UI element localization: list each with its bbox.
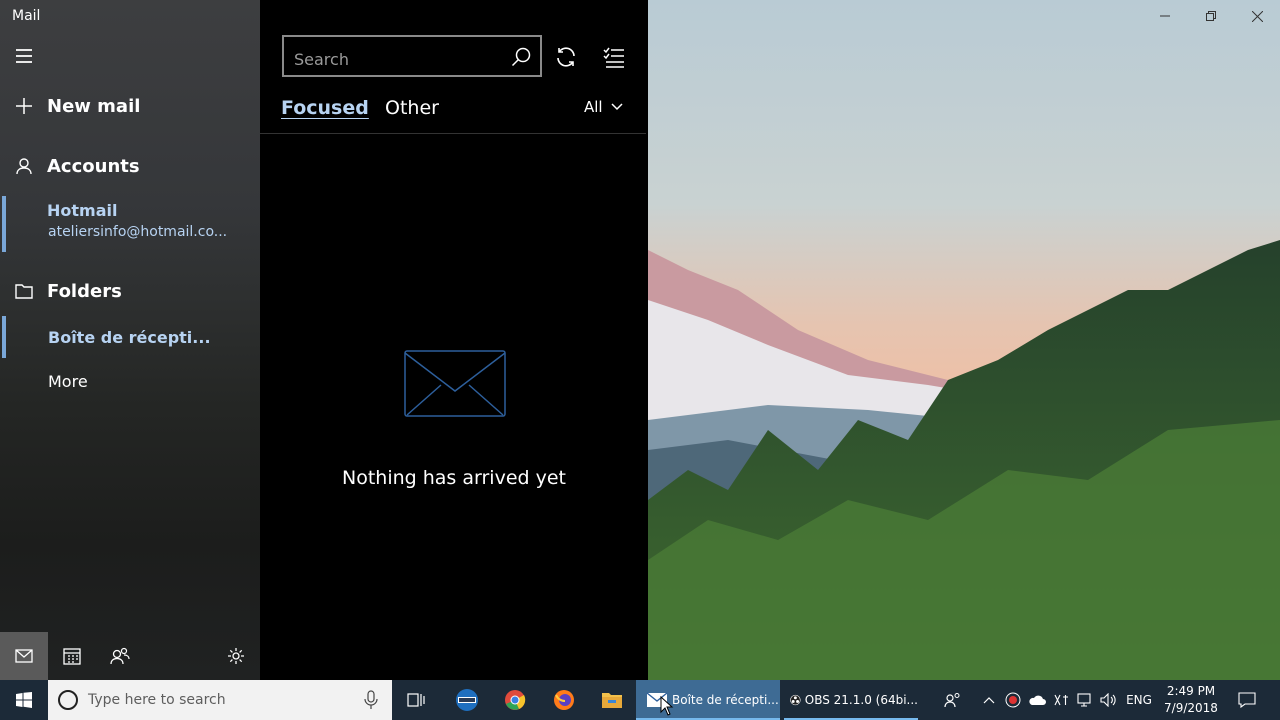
calendar-nav-button[interactable] xyxy=(48,632,96,680)
windows-logo-icon xyxy=(16,692,32,708)
taskbar-search-placeholder: Type here to search xyxy=(88,692,226,708)
people-nav-button[interactable] xyxy=(96,632,144,680)
speaker-icon xyxy=(1100,693,1116,707)
obs-taskbar-button[interactable]: OBS 21.1.0 (64bi... xyxy=(784,680,918,720)
bottom-nav xyxy=(0,632,260,680)
restore-button[interactable] xyxy=(1188,0,1234,32)
taskbar-pinned-app[interactable] xyxy=(443,680,491,720)
accounts-button[interactable]: Accounts xyxy=(0,154,260,178)
filter-label: All xyxy=(584,98,603,116)
close-button[interactable] xyxy=(1234,0,1280,32)
start-button[interactable] xyxy=(0,680,48,720)
settings-nav-button[interactable] xyxy=(212,632,260,680)
new-mail-label: New mail xyxy=(47,95,141,117)
clock-date: 7/9/2018 xyxy=(1164,701,1218,715)
input-method-tray-button[interactable] xyxy=(1050,680,1072,720)
notification-icon xyxy=(1238,692,1256,708)
chevron-up-icon xyxy=(983,697,995,704)
search-placeholder: Search xyxy=(294,50,349,69)
message-list-pane: Search Focused Other All Nothing has arr… xyxy=(260,0,648,680)
sync-icon[interactable] xyxy=(554,45,578,69)
folder-icon xyxy=(602,693,622,708)
mail-taskbar-label: Boîte de récepti... xyxy=(672,693,779,707)
search-icon[interactable] xyxy=(510,46,532,68)
filter-dropdown[interactable]: All xyxy=(584,98,623,116)
account-hotmail[interactable]: Hotmail ateliersinfo@hotmail.co... xyxy=(0,196,260,252)
app-title: Mail xyxy=(12,8,41,24)
folder-inbox[interactable]: Boîte de récepti... xyxy=(0,316,260,358)
mail-taskbar-button[interactable]: Boîte de récepti... xyxy=(636,680,780,720)
tray-app-icon[interactable] xyxy=(1002,680,1024,720)
selection-indicator xyxy=(2,196,6,252)
clock[interactable]: 2:49 PM 7/9/2018 xyxy=(1160,683,1222,717)
firefox-taskbar-button[interactable] xyxy=(540,680,588,720)
more-folders-link[interactable]: More xyxy=(48,372,88,391)
divider xyxy=(260,133,646,134)
network-icon xyxy=(1077,693,1091,707)
mail-nav-button[interactable] xyxy=(0,632,48,680)
cloud-icon xyxy=(1029,695,1046,705)
chevron-down-icon xyxy=(611,103,623,111)
close-icon xyxy=(1251,10,1263,22)
language-indicator[interactable]: ENG xyxy=(1124,680,1154,720)
selection-mode-icon[interactable] xyxy=(602,45,626,69)
account-name: Hotmail xyxy=(47,201,118,220)
minimize-button[interactable] xyxy=(1142,0,1188,32)
people-icon xyxy=(944,693,960,708)
people-tray-button[interactable] xyxy=(940,680,966,720)
minimize-icon xyxy=(1160,15,1170,17)
microphone-icon[interactable] xyxy=(364,690,378,710)
taskbar-search-box[interactable]: Type here to search xyxy=(48,680,392,720)
cortana-icon xyxy=(58,690,78,710)
obs-taskbar-label: OBS 21.1.0 (64bi... xyxy=(804,693,918,707)
firefox-icon xyxy=(554,690,574,710)
hamburger-menu-icon[interactable] xyxy=(14,44,36,66)
navigation-pane: Mail New mail Accounts Hotmail ateliersi… xyxy=(0,0,260,680)
new-mail-button[interactable]: New mail xyxy=(0,94,260,118)
folders-label: Folders xyxy=(47,280,122,302)
volume-tray-button[interactable] xyxy=(1098,680,1120,720)
folder-icon xyxy=(14,281,34,301)
selection-indicator xyxy=(2,316,6,358)
inbox-label: Boîte de récepti... xyxy=(48,328,211,347)
clock-time: 2:49 PM xyxy=(1166,684,1216,698)
taskbar: Type here to search Boîte de récepti... … xyxy=(0,680,1280,720)
keyboard-icon xyxy=(1054,694,1068,706)
chrome-taskbar-button[interactable] xyxy=(491,680,539,720)
empty-envelope-icon xyxy=(404,350,506,417)
network-tray-button[interactable] xyxy=(1074,680,1096,720)
person-icon xyxy=(14,156,34,176)
account-email: ateliersinfo@hotmail.co... xyxy=(48,224,228,240)
accounts-label: Accounts xyxy=(47,155,140,177)
file-explorer-taskbar-button[interactable] xyxy=(588,680,636,720)
action-center-button[interactable] xyxy=(1232,680,1262,720)
mountain-landscape-image xyxy=(648,0,1280,680)
gear-icon xyxy=(228,648,244,664)
reading-pane-background xyxy=(648,0,1280,680)
app-icon xyxy=(456,689,478,711)
search-input[interactable]: Search xyxy=(282,35,542,77)
calendar-icon xyxy=(63,648,81,665)
onedrive-tray-button[interactable] xyxy=(1026,680,1048,720)
tab-focused[interactable]: Focused xyxy=(281,97,369,119)
task-view-button[interactable] xyxy=(392,680,440,720)
show-hidden-icons-button[interactable] xyxy=(980,680,998,720)
obs-icon xyxy=(790,694,801,706)
folders-button[interactable]: Folders xyxy=(0,279,260,303)
restore-icon xyxy=(1206,11,1216,21)
chrome-icon xyxy=(505,690,526,710)
mail-icon xyxy=(15,649,33,663)
people-icon xyxy=(110,647,130,665)
mouse-cursor-icon xyxy=(660,696,674,716)
task-view-icon xyxy=(407,693,425,707)
empty-state-message: Nothing has arrived yet xyxy=(341,467,566,489)
obs-tray-icon xyxy=(1005,692,1021,708)
plus-icon xyxy=(14,96,34,116)
tab-other[interactable]: Other xyxy=(385,97,439,119)
